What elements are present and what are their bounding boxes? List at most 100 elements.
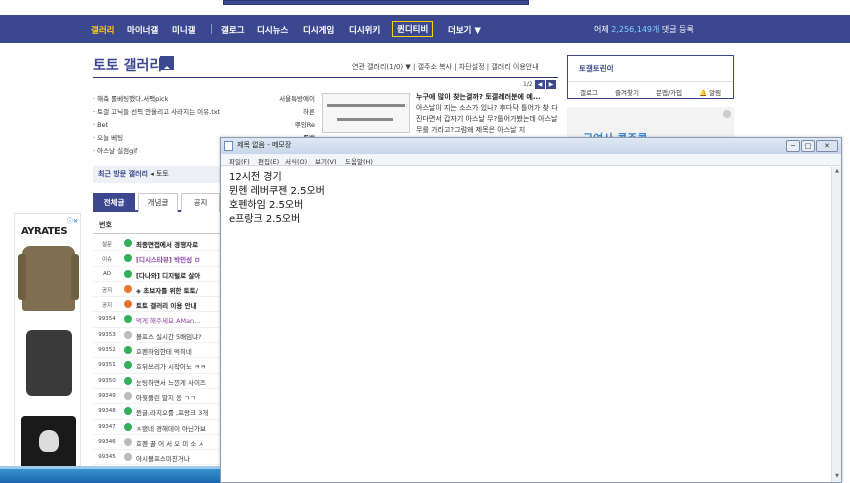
post-subject[interactable]: 토토 갤러리 이용 안내 — [136, 300, 197, 310]
nav-gallog[interactable]: 갤로그 — [221, 24, 244, 36]
row-number: 99354 — [98, 316, 116, 323]
post-subject[interactable]: [다나와] 디지털로 살아 — [136, 270, 200, 280]
maximize-button[interactable]: □ — [801, 140, 815, 152]
post-subject[interactable]: 호펜하임한테 먹히네 — [136, 346, 192, 356]
alarm-link[interactable]: 🔔 알림 — [699, 87, 721, 97]
join-link[interactable]: 문맵/가입 — [656, 87, 682, 97]
taskbar[interactable] — [0, 466, 220, 483]
post-subject[interactable]: 호펜 꿀 어 서 오 미 소 ㅅ — [136, 438, 204, 448]
table-row[interactable]: 99346 호펜 꿀 어 서 오 미 소 ㅅ — [93, 435, 220, 451]
nav-dc-game[interactable]: 디시게임 — [303, 24, 334, 36]
user-name[interactable]: 하론 — [270, 106, 315, 119]
gallery-tools[interactable]: 연관 갤러리(1/0) ▼ | 갤주소 복사 | 차단설정 | 갤러리 이용안내 — [352, 62, 539, 72]
table-row[interactable]: 이슈 [디시스타뷰] 박민성 ㅁ — [93, 251, 220, 267]
tab-concept[interactable]: 개념글 — [138, 193, 178, 212]
prev-page-button[interactable]: ◀ — [535, 80, 545, 89]
post-subject[interactable]: 아뭣플린 말지 응 ㄱㄱ — [136, 392, 196, 402]
post-subject[interactable]: 눈팅하면서 느낀게 사이즈 — [136, 377, 206, 387]
next-page-button[interactable]: ▶ — [546, 80, 556, 89]
row-number: 99351 — [98, 362, 116, 369]
main-nav: 갤러리 마이너갤 미니갤 갤로그 디시뉴스 디시게임 디시위키 퀸디티비 더보기… — [0, 15, 850, 43]
popular-link[interactable]: · 오늘 베팅 — [93, 132, 220, 145]
close-button[interactable]: ✕ — [816, 140, 838, 152]
tab-all[interactable]: 전체글 — [93, 193, 135, 212]
table-row[interactable]: 공지 ◈ 초보자를 위한 토토/ — [93, 282, 220, 298]
gallog-link[interactable]: 갤로그 — [580, 87, 598, 97]
table-row[interactable]: 공지 토토 갤러리 이용 안내 — [93, 297, 220, 313]
post-subject[interactable]: 뮌글,라치오를 ,프랑크 3개 — [136, 407, 208, 417]
menu-help[interactable]: 도움말(H) — [345, 156, 373, 166]
row-number: 99352 — [98, 347, 116, 354]
recent-item[interactable]: 토토 — [156, 170, 169, 178]
nav-mini-gallery[interactable]: 미니갤 — [172, 24, 195, 36]
scroll-up-icon[interactable]: ▲ — [833, 168, 841, 176]
post-subject[interactable]: 볼프스 실시간 5배임냐? — [136, 331, 202, 341]
post-type-icon — [124, 407, 132, 416]
thumb-line — [337, 118, 393, 121]
post-subject[interactable]: 호뒤쓰리가 시작이노 ㅋㅋ — [136, 361, 206, 371]
table-row[interactable]: 99345 아시볼프스미친거나 — [93, 450, 220, 466]
post-type-icon — [124, 422, 132, 431]
favorites-link[interactable]: 즐겨찾기 — [615, 87, 639, 97]
post-subject[interactable]: ㅈ됐네 경해데이 아닌가보 — [136, 423, 206, 433]
popular-links: · 해축 롤베팅했다,서팩pick · 토갤 고닉들 선픽 안올리고 사라지는 … — [93, 93, 220, 158]
nav-dc-tv[interactable]: 퀸디티비 — [392, 21, 434, 37]
user-name[interactable]: 뿌잉Re — [270, 119, 315, 132]
nav-minor-gallery[interactable]: 마이너갤 — [127, 24, 158, 36]
menu-edit[interactable]: 편집(E) — [258, 156, 279, 166]
thumb-line — [327, 104, 405, 107]
side-ad[interactable]: ⓘ✕ AYRATES — [14, 213, 81, 483]
vertical-scrollbar[interactable]: ▲ ▼ — [831, 167, 841, 482]
table-row[interactable]: 99354 먹게 해주세요 AMan... — [93, 312, 220, 328]
row-number: 99347 — [98, 423, 116, 430]
popular-link[interactable]: · 해축 롤베팅했다,서팩pick — [93, 93, 220, 106]
notepad-window[interactable]: 제목 없음 - 메모장 ─ □ ✕ 파일(F) 편집(E) 서식(O) 보기(V… — [220, 137, 842, 483]
column-number: 번호 — [93, 216, 220, 234]
table-row[interactable]: 99351 호뒤쓰리가 시작이노 ㅋㅋ — [93, 358, 220, 374]
notepad-titlebar[interactable]: 제목 없음 - 메모장 ─ □ ✕ — [221, 138, 841, 154]
table-row[interactable]: 99352 호펜하임한테 먹히네 — [93, 343, 220, 359]
post-subject[interactable]: 최종면접에서 경쟁자로 — [136, 239, 198, 249]
user-nickname[interactable]: 토갤토린이 — [579, 63, 614, 74]
vest-image[interactable] — [26, 330, 72, 396]
nav-dc-news[interactable]: 디시뉴스 — [257, 24, 288, 36]
table-row[interactable]: 99350 눈팅하면서 느낀게 사이즈 — [93, 374, 220, 389]
table-row[interactable]: 99349 아뭣플린 말지 응 ㄱㄱ — [93, 389, 220, 405]
search-bar-edge[interactable] — [223, 0, 529, 5]
jacket-image[interactable] — [18, 246, 79, 311]
notepad-text[interactable]: 12시전 경기 뮌헨 레버쿠젠 2.5오버 호펜하임 2.5오버 e프랑크 2.… — [229, 171, 325, 227]
scroll-down-icon[interactable]: ▼ — [833, 473, 841, 481]
user-name[interactable]: 서울특방에이 — [270, 93, 315, 106]
menu-file[interactable]: 파일(F) — [229, 156, 250, 166]
ad-close-icon[interactable]: ⓘ✕ — [67, 216, 78, 225]
table-row[interactable]: 설문 최종면접에서 경쟁자로 — [93, 236, 220, 252]
post-subject[interactable]: 아시볼프스미친거나 — [136, 453, 190, 463]
popular-link[interactable]: · 아스날 실점gif — [93, 145, 220, 158]
divider — [93, 77, 558, 78]
news-body: 아스날이 지는 소스가 있나? 후다닥 틀어가 찾 다진다면서 갑자기 아스날 … — [416, 104, 558, 134]
table-row[interactable]: 99353 볼프스 실시간 5배임냐? — [93, 328, 220, 344]
menu-view[interactable]: 보기(V) — [315, 156, 336, 166]
nav-gallery[interactable]: 갤러리 — [91, 24, 114, 36]
news-thumbnail[interactable] — [322, 93, 410, 133]
post-subject[interactable]: 먹게 해주세요 AMan... — [136, 315, 200, 325]
post-subject[interactable]: [디시스타뷰] 박민성 ㅁ — [136, 254, 200, 264]
table-row[interactable]: 99347 ㅈ됐네 경해데이 아닌가보 — [93, 420, 220, 435]
close-icon[interactable] — [723, 110, 731, 118]
minimize-button[interactable]: ─ — [786, 140, 800, 152]
nav-more[interactable]: 더보기 ▼ — [448, 24, 481, 36]
bookmark-icon[interactable] — [160, 56, 174, 70]
nav-dc-wiki[interactable]: 디시위키 — [349, 24, 380, 36]
menu-format[interactable]: 서식(O) — [285, 156, 307, 166]
popular-link[interactable]: · Bet — [93, 119, 220, 132]
table-row[interactable]: 99348 뮌글,라치오를 ,프랑크 3개 — [93, 404, 220, 420]
tab-notice[interactable]: 공지 — [181, 193, 220, 212]
text-line: e프랑크 2.5오버 — [229, 214, 301, 225]
post-type-icon — [124, 376, 132, 385]
popular-link[interactable]: · 토갤 고닉들 선픽 안올리고 사라지는 이유.txt — [93, 106, 220, 119]
table-row[interactable]: AD [다나와] 디지털로 살아 — [93, 267, 220, 282]
post-type-icon — [124, 300, 132, 309]
news-title[interactable]: 누구에 많이 찾는결까? 토갤레러분에 예... — [416, 92, 558, 103]
post-subject[interactable]: ◈ 초보자를 위한 토토/ — [136, 285, 198, 295]
news-box[interactable]: 누구에 많이 찾는결까? 토갤레러분에 예... 아스날이 지는 소스가 있나?… — [416, 92, 558, 136]
